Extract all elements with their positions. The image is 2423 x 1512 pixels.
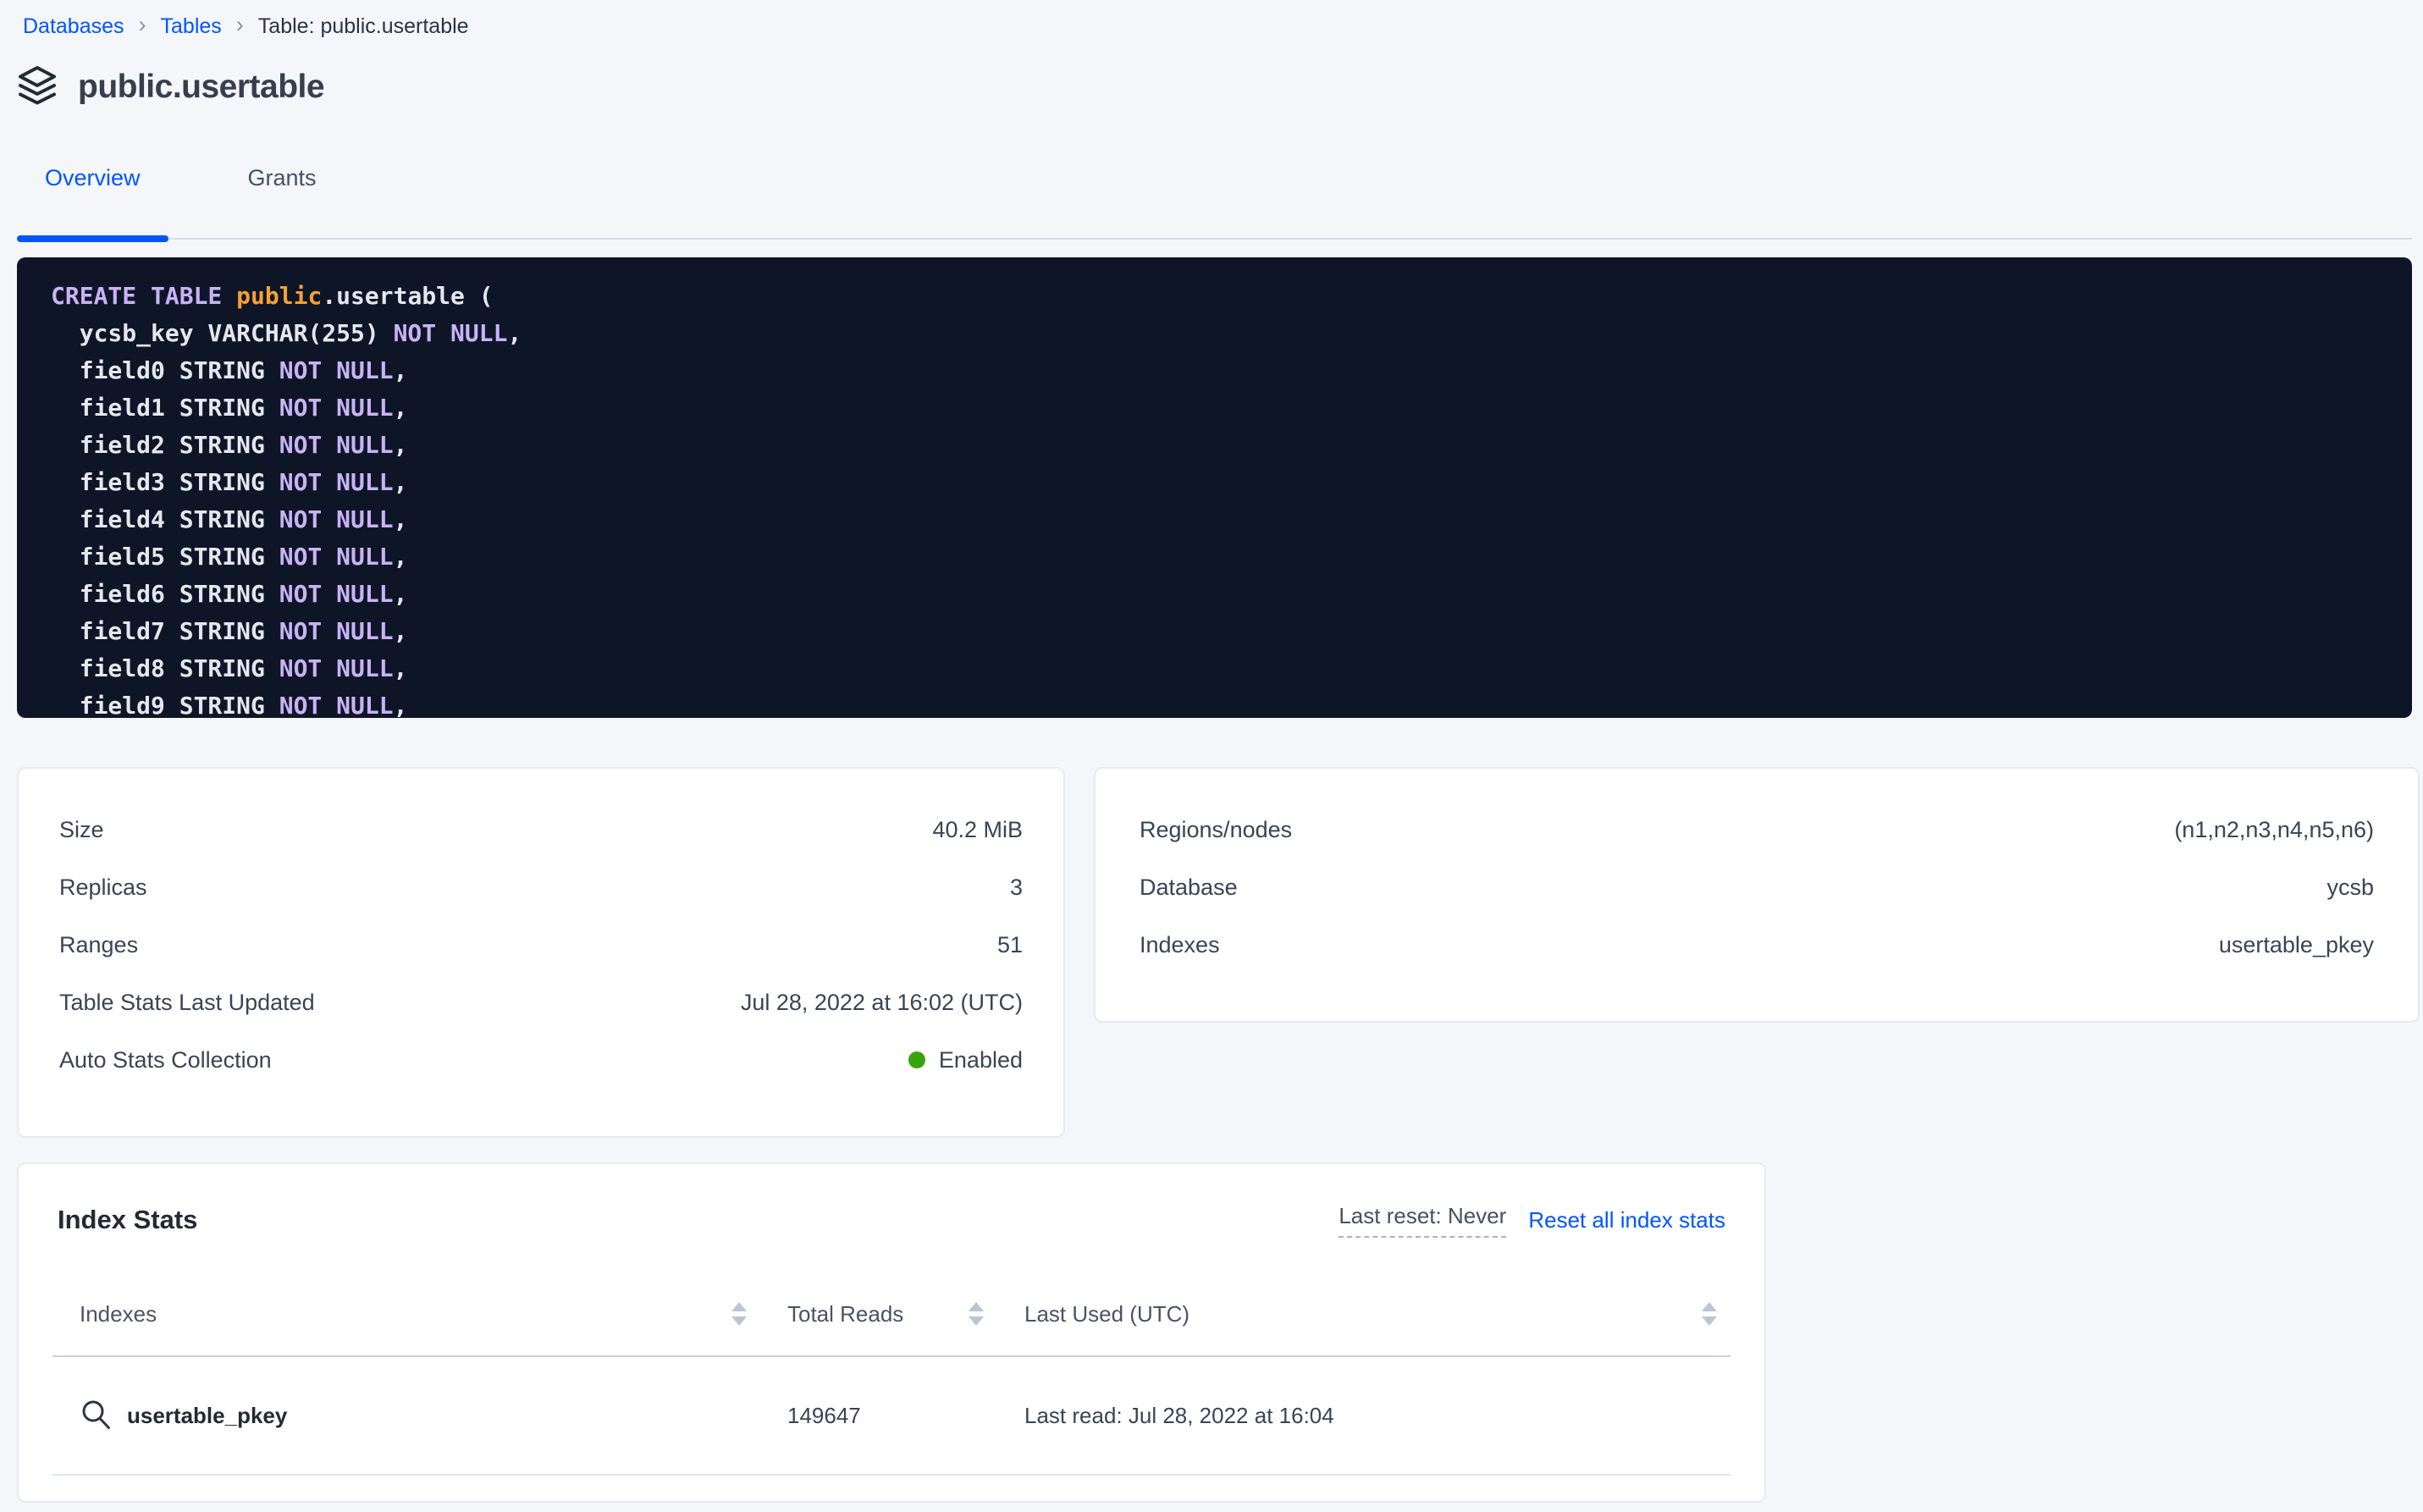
index-name-cell: usertable_pkey bbox=[52, 1399, 760, 1432]
stat-label: Replicas bbox=[59, 875, 147, 901]
index-stats-actions: Last reset: Never Reset all index stats bbox=[1338, 1203, 1725, 1238]
total-reads-cell: 149647 bbox=[760, 1403, 997, 1429]
stat-value: 3 bbox=[1010, 875, 1023, 901]
index-name-link[interactable]: usertable_pkey bbox=[127, 1403, 287, 1429]
breadcrumb-tables-link[interactable]: Tables bbox=[161, 14, 222, 39]
magnifier-icon bbox=[80, 1399, 113, 1432]
breadcrumb: Databases › Tables › Table: public.usert… bbox=[0, 0, 2423, 40]
chevron-right-icon: › bbox=[236, 12, 244, 38]
column-label: Indexes bbox=[80, 1301, 157, 1327]
reset-all-index-stats-link[interactable]: Reset all index stats bbox=[1528, 1207, 1725, 1233]
column-header-indexes[interactable]: Indexes bbox=[52, 1301, 760, 1327]
page-title: public.usertable bbox=[78, 69, 324, 106]
stat-row-ranges: Ranges 51 bbox=[59, 916, 1023, 974]
breadcrumb-current: Table: public.usertable bbox=[258, 14, 469, 39]
page-header: public.usertable bbox=[15, 63, 2423, 111]
stat-label: Indexes bbox=[1140, 932, 1220, 958]
stat-label: Table Stats Last Updated bbox=[59, 990, 315, 1016]
index-table-header-row: Indexes Total Reads Last Used (UTC) bbox=[52, 1272, 1730, 1357]
column-header-last-used[interactable]: Last Used (UTC) bbox=[997, 1301, 1730, 1327]
last-used-cell: Last read: Jul 28, 2022 at 16:04 bbox=[997, 1403, 1730, 1429]
stat-row-stats-updated: Table Stats Last Updated Jul 28, 2022 at… bbox=[59, 974, 1023, 1031]
stat-cards: Size 40.2 MiB Replicas 3 Ranges 51 Table… bbox=[17, 767, 2423, 1138]
stat-value: (n1,n2,n3,n4,n5,n6) bbox=[2174, 817, 2374, 843]
stat-label: Database bbox=[1140, 875, 1238, 901]
stat-value: usertable_pkey bbox=[2219, 932, 2374, 958]
stat-value: Jul 28, 2022 at 16:02 (UTC) bbox=[741, 990, 1023, 1016]
column-label: Last Used (UTC) bbox=[1024, 1301, 1189, 1327]
table-stats-card: Size 40.2 MiB Replicas 3 Ranges 51 Table… bbox=[17, 767, 1065, 1138]
stat-value: Enabled bbox=[908, 1047, 1023, 1073]
stat-row-auto-stats: Auto Stats Collection Enabled bbox=[59, 1031, 1023, 1089]
stat-row-replicas: Replicas 3 bbox=[59, 858, 1023, 916]
index-stats-title: Index Stats bbox=[58, 1205, 197, 1235]
stat-row-regions: Regions/nodes (n1,n2,n3,n4,n5,n6) bbox=[1140, 801, 2374, 858]
last-used-value: Last read: Jul 28, 2022 at 16:04 bbox=[1024, 1403, 1334, 1429]
stat-row-size: Size 40.2 MiB bbox=[59, 801, 1023, 858]
stat-label: Ranges bbox=[59, 932, 138, 958]
index-stats-table: Indexes Total Reads Last Used (UTC) bbox=[52, 1272, 1730, 1476]
column-label: Total Reads bbox=[787, 1301, 903, 1327]
stat-row-indexes: Indexes usertable_pkey bbox=[1140, 916, 2374, 974]
sort-arrows-icon bbox=[730, 1301, 748, 1327]
stat-value: ycsb bbox=[2326, 875, 2374, 901]
stat-label: Regions/nodes bbox=[1140, 817, 1292, 843]
tabbar: Overview Grants bbox=[17, 163, 2412, 240]
breadcrumb-databases-link[interactable]: Databases bbox=[23, 14, 124, 39]
status-text: Enabled bbox=[939, 1047, 1023, 1073]
total-reads-value: 149647 bbox=[787, 1403, 861, 1429]
index-stats-card: Index Stats Last reset: Never Reset all … bbox=[17, 1162, 1766, 1503]
status-enabled-dot-icon bbox=[908, 1051, 925, 1068]
sort-arrows-icon bbox=[1700, 1301, 1719, 1327]
tab-overview[interactable]: Overview bbox=[17, 163, 168, 238]
sort-arrows-icon bbox=[967, 1301, 985, 1327]
index-stats-header: Index Stats Last reset: Never Reset all … bbox=[52, 1198, 1730, 1242]
tab-grants[interactable]: Grants bbox=[220, 163, 345, 238]
create-table-sql: CREATE TABLE public.usertable ( ycsb_key… bbox=[17, 257, 2412, 718]
index-table-row[interactable]: usertable_pkey 149647 Last read: Jul 28,… bbox=[52, 1357, 1730, 1476]
stat-row-database: Database ycsb bbox=[1140, 858, 2374, 916]
stat-value: 51 bbox=[997, 932, 1023, 958]
table-location-card: Regions/nodes (n1,n2,n3,n4,n5,n6) Databa… bbox=[1094, 767, 2420, 1023]
stat-label: Size bbox=[59, 817, 104, 843]
table-details-page: Databases › Tables › Table: public.usert… bbox=[0, 0, 2423, 1512]
stat-label: Auto Stats Collection bbox=[59, 1047, 272, 1073]
last-reset-label: Last reset: Never bbox=[1338, 1203, 1506, 1238]
layers-stack-icon bbox=[15, 63, 59, 112]
chevron-right-icon: › bbox=[139, 12, 146, 38]
stat-value: 40.2 MiB bbox=[932, 817, 1023, 843]
column-header-total-reads[interactable]: Total Reads bbox=[760, 1301, 997, 1327]
